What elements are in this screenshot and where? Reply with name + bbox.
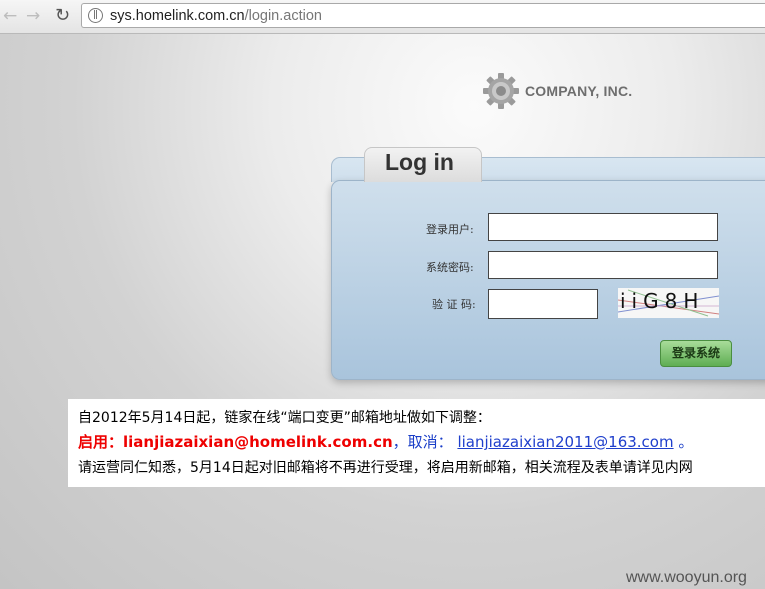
gear-icon [483, 73, 519, 109]
captcha-input[interactable] [488, 289, 598, 319]
password-input[interactable] [488, 251, 718, 279]
login-title: Log in [385, 149, 454, 175]
end-mark: 。 [678, 433, 694, 451]
url-text[interactable]: sys.homelink.com.cn/login.action [110, 8, 322, 24]
panel-header-right [479, 157, 765, 182]
reload-icon[interactable]: ↻ [55, 6, 70, 26]
globe-icon [88, 8, 103, 23]
watermark: www.wooyun.org [626, 569, 747, 586]
username-label: 登录用户: [426, 223, 474, 236]
logo-text: COMPANY, INC. [525, 83, 633, 99]
enable-prefix: 启用： [78, 433, 124, 451]
url-path: /login.action [244, 8, 322, 24]
captcha-text: iiG8H [620, 289, 704, 313]
forward-arrow-icon[interactable]: → [26, 6, 40, 26]
notice-line-2: 启用：lianjiazaixian@homelink.com.cn，取消： li… [78, 431, 693, 452]
address-bar[interactable]: sys.homelink.com.cn/login.action [81, 3, 765, 28]
captcha-label: 验 证 码: [432, 298, 476, 311]
cancel-prefix: ，取消： [392, 433, 453, 451]
password-label: 系统密码: [426, 261, 474, 274]
company-logo: COMPANY, INC. [482, 72, 682, 112]
notice-box: 自2012年5月14日起，链家在线“端口变更”邮箱地址做如下调整： 启用：lia… [68, 399, 765, 487]
enable-email: lianjiazaixian@homelink.com.cn [123, 433, 393, 451]
notice-line-3: 请运营同仁知悉，5月14日起对旧邮箱将不再进行受理，将启用新邮箱，相关流程及表单… [78, 460, 693, 476]
login-tab: Log in [364, 147, 482, 182]
panel-header-left [331, 157, 368, 182]
browser-toolbar: ← → ↻ sys.homelink.com.cn/login.action [0, 0, 765, 34]
back-arrow-icon[interactable]: ← [3, 6, 17, 26]
cancel-email-link[interactable]: lianjiazaixian2011@163.com [457, 433, 673, 451]
url-host: sys.homelink.com.cn [110, 8, 245, 24]
username-input[interactable] [488, 213, 718, 241]
notice-line-1: 自2012年5月14日起，链家在线“端口变更”邮箱地址做如下调整： [78, 410, 491, 426]
login-submit-button[interactable]: 登录系统 [660, 340, 732, 367]
captcha-image[interactable]: iiG8H [618, 288, 719, 318]
